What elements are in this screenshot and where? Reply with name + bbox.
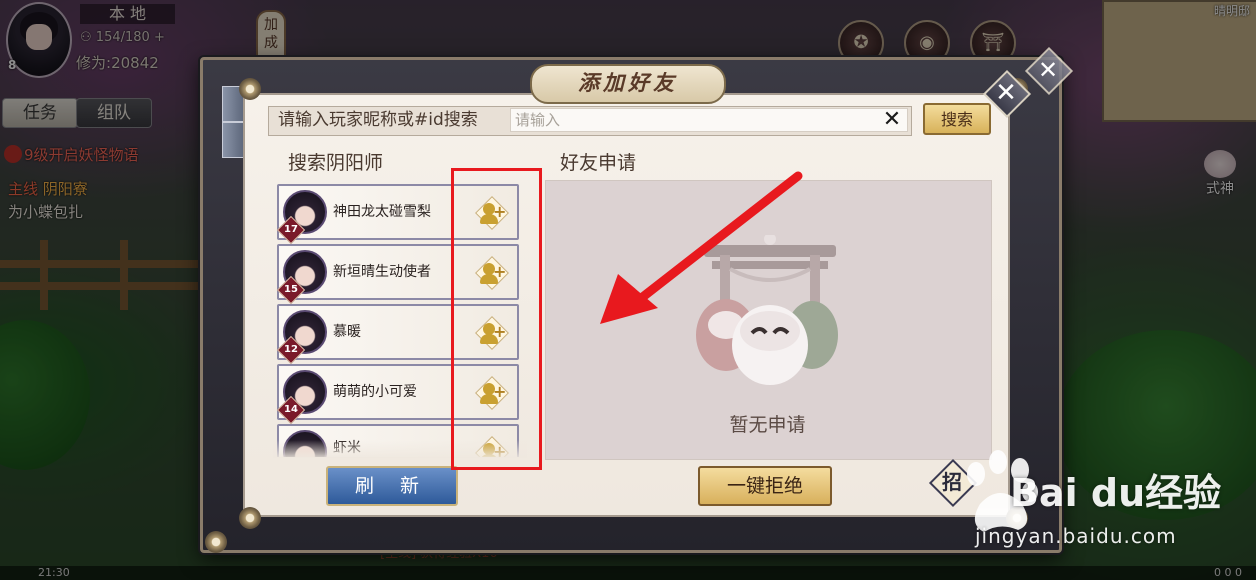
watermark-brand: Bai du经验 <box>1010 471 1222 515</box>
level-badge: 12 <box>284 344 298 355</box>
level-badge: 15 <box>284 284 298 295</box>
watermark-url: jingyan.baidu.com <box>975 524 1177 548</box>
player-name: 新垣晴生动使者 <box>333 264 431 280</box>
close-icon: ✕ <box>1037 56 1059 84</box>
player-name: 慕暖 <box>333 324 361 340</box>
level-badge: 17 <box>284 224 298 235</box>
dialog-title: 添加好友 <box>530 64 726 104</box>
invite-button[interactable]: 招 <box>928 458 978 508</box>
empty-requests-text: 暂无申请 <box>729 414 806 436</box>
search-button[interactable]: 搜索 <box>923 103 991 135</box>
reject-all-button[interactable]: 一键拒绝 <box>698 466 832 506</box>
corner-ornament <box>205 531 227 553</box>
red-arrow-annotation <box>600 171 803 324</box>
search-label: 请输入玩家昵称或#id搜索 <box>278 110 478 130</box>
refresh-button[interactable]: 刷 新 <box>326 466 458 506</box>
search-input[interactable] <box>510 108 908 132</box>
level-badge: 14 <box>284 404 298 415</box>
clear-search-icon[interactable]: ✕ <box>880 109 904 131</box>
player-name: 萌萌的小可爱 <box>333 384 417 400</box>
player-name: 神田龙太碰雪梨 <box>333 204 431 220</box>
corner-ornament <box>239 78 261 100</box>
outer-close-button[interactable]: ✕ <box>1024 46 1074 96</box>
corner-ornament <box>239 507 261 529</box>
highlight-annotation-box <box>451 168 542 470</box>
search-results-heading: 搜索阴阳师 <box>282 151 422 175</box>
